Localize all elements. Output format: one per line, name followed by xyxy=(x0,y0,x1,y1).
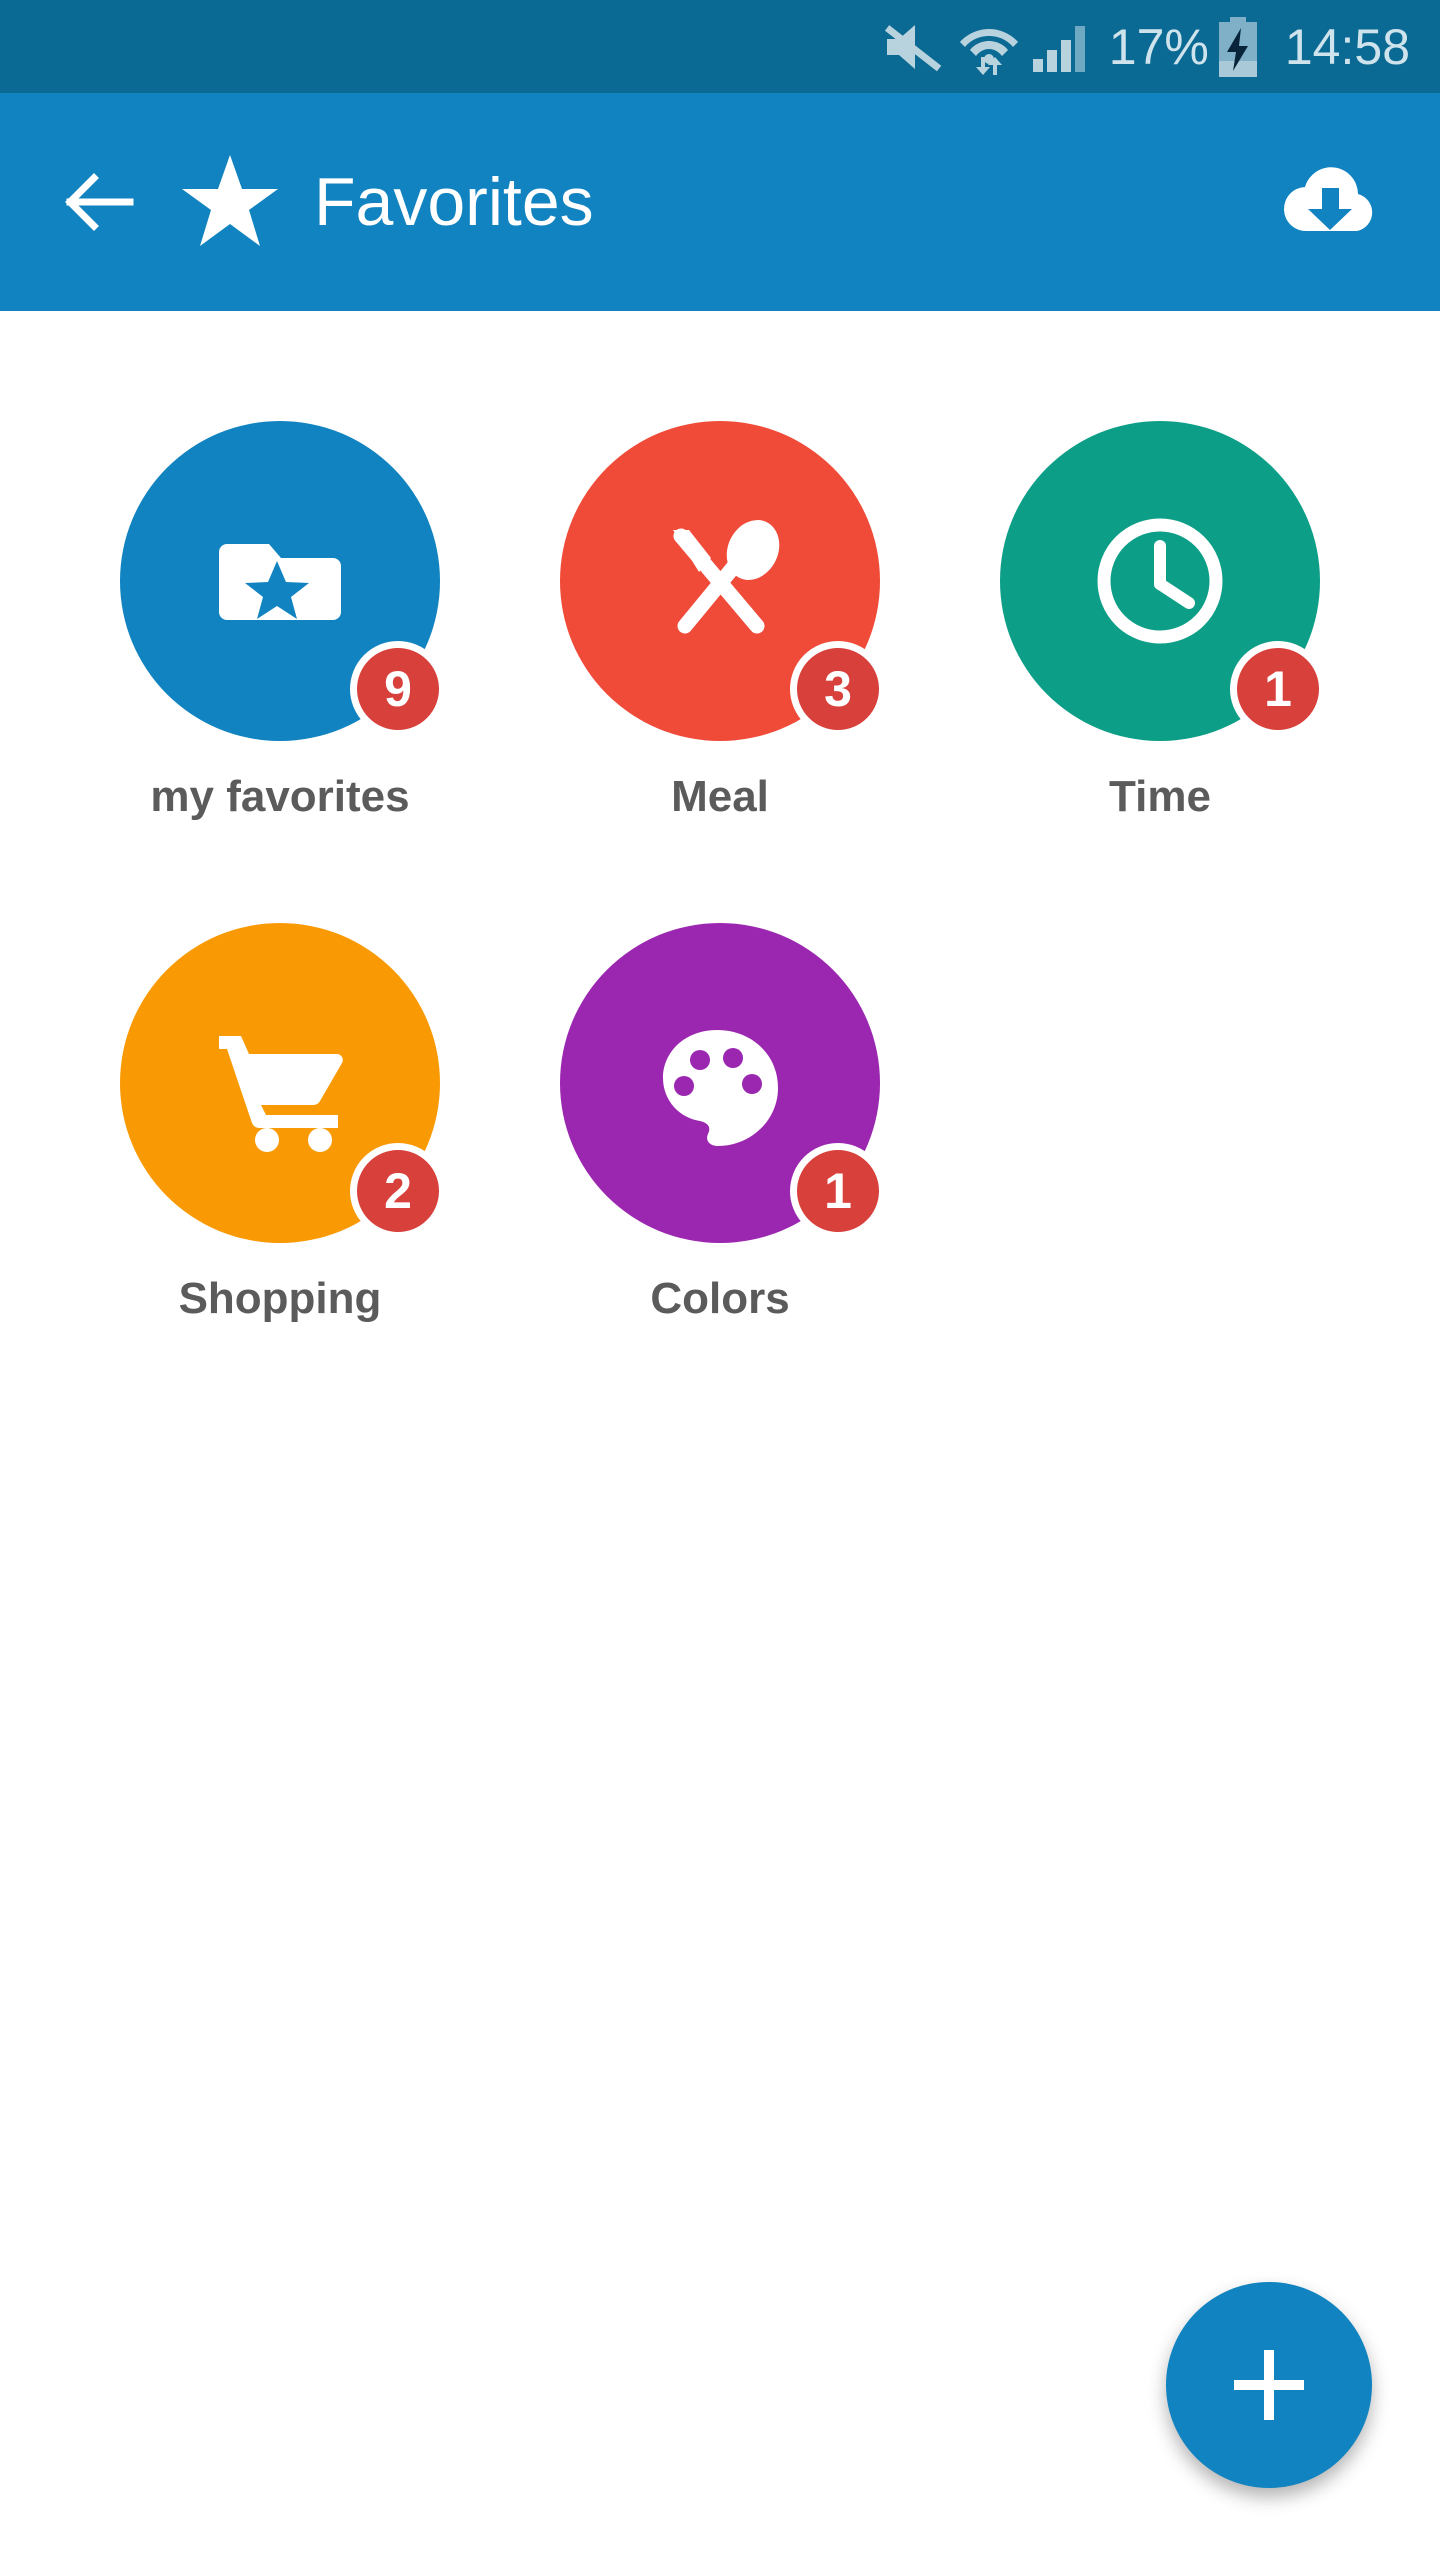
add-favorite-fab[interactable] xyxy=(1166,2282,1372,2488)
favorites-grid: 9 my favorites 3 Meal 1 Time 2 Shopping … xyxy=(0,421,1440,1425)
plus-icon xyxy=(1226,2342,1312,2428)
status-badge: 9 xyxy=(350,641,446,737)
battery-percent-label: 17% xyxy=(1108,18,1209,75)
status-bar: 17% 14:58 xyxy=(0,0,1440,93)
grid-item-label: Time xyxy=(1109,772,1211,821)
app-bar: Favorites xyxy=(0,93,1440,311)
wifi-icon xyxy=(959,19,1019,75)
clock-icon xyxy=(1085,506,1235,656)
status-badge: 1 xyxy=(1230,641,1326,737)
palette-icon xyxy=(645,1008,795,1158)
status-badge: 2 xyxy=(350,1143,446,1239)
grid-item-label: Shopping xyxy=(178,1274,382,1323)
page-title: Favorites xyxy=(314,164,594,240)
fork-spoon-icon xyxy=(645,506,795,656)
status-bar-clock: 14:58 xyxy=(1284,18,1410,75)
grid-item-shopping[interactable]: 2 Shopping xyxy=(60,923,500,1321)
circle-wrap[interactable]: 2 xyxy=(120,923,446,1243)
grid-item-colors[interactable]: 1 Colors xyxy=(500,923,940,1321)
star-icon xyxy=(180,152,280,252)
circle-wrap[interactable]: 1 xyxy=(1000,421,1326,741)
status-badge: 3 xyxy=(790,641,886,737)
circle-wrap[interactable]: 9 xyxy=(120,421,446,741)
folder-star-icon xyxy=(205,506,355,656)
circle-wrap[interactable]: 1 xyxy=(560,923,886,1243)
grid-item-my-favorites[interactable]: 9 my favorites xyxy=(60,421,500,819)
battery-charging-icon xyxy=(1215,16,1261,77)
back-arrow-icon[interactable] xyxy=(58,160,142,244)
mute-icon xyxy=(883,21,945,73)
grid-item-meal[interactable]: 3 Meal xyxy=(500,421,940,819)
grid-item-time[interactable]: 1 Time xyxy=(940,421,1380,819)
cloud-download-icon[interactable] xyxy=(1278,150,1382,254)
status-badge: 1 xyxy=(790,1143,886,1239)
shopping-cart-icon xyxy=(205,1008,355,1158)
grid-item-label: my favorites xyxy=(150,772,410,821)
grid-item-label: Meal xyxy=(671,772,769,821)
cellular-signal-icon xyxy=(1031,21,1087,73)
circle-wrap[interactable]: 3 xyxy=(560,421,886,741)
content-area: 9 my favorites 3 Meal 1 Time 2 Shopping … xyxy=(0,311,1440,2560)
grid-item-label: Colors xyxy=(650,1274,790,1323)
